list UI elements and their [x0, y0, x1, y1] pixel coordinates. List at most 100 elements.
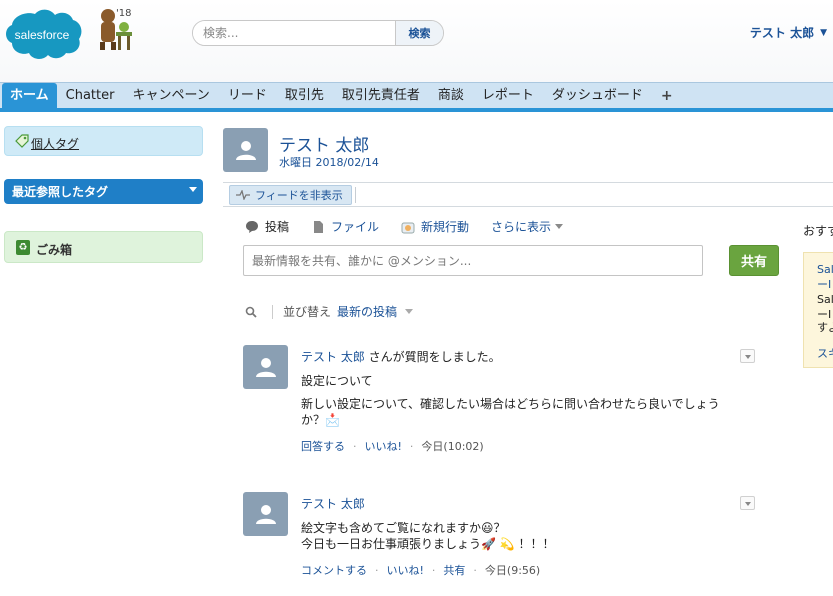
publisher-tab-new-event[interactable]: 新規行動: [401, 218, 469, 235]
question-body: 新しい設定について、確認したい場合はどちらに問い合わせたら良いでしょうか？📩: [301, 397, 720, 427]
feed-item-menu-button[interactable]: [740, 349, 755, 363]
main-tab-bar: ホーム Chatter キャンペーン リード 取引先 取引先責任者 商談 レポー…: [0, 82, 833, 112]
question-title: 設定について: [301, 374, 373, 388]
hide-feed-label: フィードを非表示: [255, 189, 343, 202]
separator: ·: [473, 564, 477, 577]
personal-tags-link[interactable]: 個人タグ: [31, 135, 79, 152]
svg-text:salesforce: salesforce: [15, 28, 70, 42]
tab-campaigns[interactable]: キャンペーン: [123, 83, 218, 108]
separator: ·: [353, 440, 357, 453]
publisher-tab-post-label: 投稿: [265, 220, 290, 234]
answer-link[interactable]: 回答する: [301, 439, 345, 455]
sort-label: 並び替え: [283, 305, 332, 319]
feed-item-menu-button[interactable]: [740, 496, 755, 510]
salesforce-logo[interactable]: salesforce: [2, 8, 82, 60]
post-line-2: 今日も一日お仕事頑張りましょう🚀 💫 ！！！: [301, 537, 555, 551]
chevron-down-icon: [189, 187, 197, 192]
recommendation-link-cont[interactable]: ーI: [817, 276, 831, 292]
chevron-down-icon: [405, 309, 414, 314]
global-search: 検索: [192, 20, 444, 46]
user-icon: [235, 141, 256, 160]
user-icon: [255, 505, 276, 524]
publisher-tab-file[interactable]: ファイル: [311, 218, 379, 235]
trash-label: ごみ箱: [36, 243, 73, 257]
chat-bubble-icon: [246, 220, 258, 233]
user-menu[interactable]: テスト 太郎 ▼: [750, 24, 827, 41]
feed-author-link[interactable]: テスト 太郎: [301, 350, 365, 364]
tab-accounts[interactable]: 取引先: [276, 83, 333, 108]
tab-all-tabs[interactable]: +: [652, 83, 682, 108]
avatar[interactable]: [243, 345, 288, 389]
feed-item-header: テスト 太郎 さんが質問をしました。: [301, 349, 741, 365]
recommendation-link[interactable]: Sal: [817, 263, 833, 276]
skip-link[interactable]: スキ: [817, 345, 833, 361]
trash-icon: ♻: [16, 240, 30, 255]
search-input[interactable]: [193, 21, 395, 45]
feed-item-body: テスト 太郎 絵文字も含めてご覧になれますか😃？ 今日も一日お仕事頑張りましょう…: [301, 492, 741, 579]
user-name: テスト 太郎: [749, 26, 815, 40]
search-button[interactable]: 検索: [395, 21, 443, 45]
publisher-tab-file-label: ファイル: [331, 220, 380, 234]
feed-item: テスト 太郎 さんが質問をしました。 設定について 新しい設定について、確認した…: [243, 345, 755, 465]
mascot-year: '18: [116, 8, 132, 19]
like-link[interactable]: いいね!: [387, 563, 424, 579]
recommendation-text: Sal: [817, 293, 833, 306]
share-button[interactable]: 共有: [729, 245, 779, 276]
feed-author-link[interactable]: テスト 太郎: [301, 497, 365, 511]
feed-item-action-text: さんが質問をしました。: [364, 350, 501, 364]
avatar[interactable]: [243, 492, 288, 536]
feed-item-actions: 回答する · いいね! · 今日(10:02): [301, 439, 741, 455]
recommendations-title: おすすめ: [803, 224, 833, 238]
tab-chatter[interactable]: Chatter: [57, 83, 124, 108]
feed-item-body: テスト 太郎 さんが質問をしました。 設定について 新しい設定について、確認した…: [301, 345, 741, 455]
feed-toggle-bar: フィードを非表示: [223, 182, 833, 207]
profile-name[interactable]: テスト 太郎: [279, 131, 369, 156]
tab-reports[interactable]: レポート: [473, 83, 543, 108]
divider: [272, 304, 273, 319]
feed-item-actions: コメントする · いいね! · 共有 · 今日(9:56): [301, 563, 741, 579]
tab-opportunities[interactable]: 商談: [429, 83, 473, 108]
personal-tags-box[interactable]: 個人タグ: [4, 126, 203, 156]
tab-dashboards[interactable]: ダッシュボード: [543, 83, 652, 108]
file-icon: [314, 220, 324, 233]
tab-home[interactable]: ホーム: [2, 83, 57, 108]
publisher-tab-more-label: さらに表示: [491, 220, 552, 234]
publisher-tab-new-event-label: 新規行動: [421, 220, 470, 234]
like-link[interactable]: いいね!: [365, 439, 402, 455]
recent-tags-dropdown[interactable]: 最近参照したタグ: [4, 179, 203, 204]
chevron-down-icon: [555, 224, 564, 229]
timestamp[interactable]: 今日(10:02): [421, 439, 483, 455]
timestamp[interactable]: 今日(9:56): [485, 563, 540, 579]
publisher-tab-post[interactable]: 投稿: [245, 218, 289, 235]
comment-link[interactable]: コメントする: [301, 563, 367, 579]
recent-tags-label: 最近参照したタグ: [12, 185, 109, 199]
tab-contacts[interactable]: 取引先責任者: [333, 83, 429, 108]
separator: ·: [431, 564, 436, 577]
profile-date: 水曜日 2018/02/14: [279, 156, 379, 169]
publisher-input[interactable]: [243, 245, 703, 276]
tab-leads[interactable]: リード: [219, 83, 276, 108]
post-line-1: 絵文字も含めてご覧になれますか😃？: [301, 521, 506, 535]
hide-feed-button[interactable]: フィードを非表示: [229, 185, 352, 205]
global-header: salesforce '18 検索 テスト 太郎 ▼: [0, 0, 833, 82]
activity-icon: [236, 190, 250, 200]
trash-box[interactable]: ♻ ごみ箱: [4, 231, 203, 263]
sort-dropdown[interactable]: 最新の投稿: [337, 303, 397, 320]
share-link[interactable]: 共有: [443, 563, 465, 579]
publisher-tabs: 投稿 ファイル 新規行動 さらに表示: [245, 218, 585, 235]
feed-sort-row: 並び替え 最新の投稿: [245, 303, 414, 320]
chevron-down-icon: ▼: [820, 27, 827, 38]
user-icon: [255, 358, 276, 377]
divider: [355, 187, 356, 203]
search-icon[interactable]: [245, 306, 257, 318]
separator: ·: [409, 440, 414, 453]
avatar[interactable]: [223, 128, 268, 172]
separator: ·: [375, 564, 379, 577]
recommendation-card: Sal ーI Sal ーI すよ スキ: [803, 252, 833, 368]
tag-icon: [15, 134, 29, 148]
publisher-tab-more[interactable]: さらに表示: [491, 218, 564, 235]
feed-item-header: テスト 太郎: [301, 496, 741, 512]
calendar-icon: [401, 222, 415, 233]
feed-item: テスト 太郎 絵文字も含めてご覧になれますか😃？ 今日も一日お仕事頑張りましょう…: [243, 492, 755, 582]
recommendation-text: すよ: [817, 321, 833, 334]
